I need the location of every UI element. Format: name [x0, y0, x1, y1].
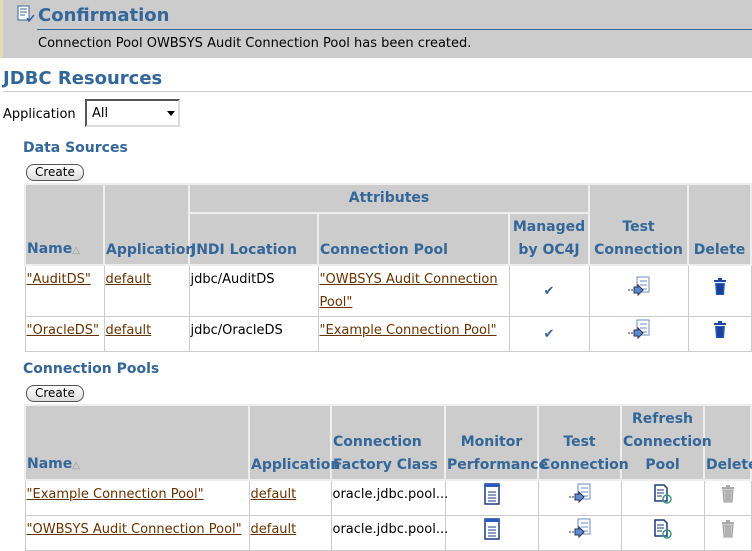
confirmation-icon: [17, 5, 35, 23]
name-link[interactable]: "OWBSYS Audit Connection Pool": [27, 522, 242, 537]
table-row: "OracleDS" default jdbc/OracleDS "Exampl…: [24, 316, 752, 352]
application-link[interactable]: default: [106, 323, 152, 338]
refresh-icon[interactable]: [653, 519, 673, 539]
application-link[interactable]: default: [251, 487, 297, 502]
trash-icon[interactable]: [713, 278, 727, 296]
data-sources-table: Name△ Application Attributes Test Connectio…: [24, 183, 752, 352]
col-refresh: Refresh Connection Pool: [620, 404, 712, 481]
trash-icon: [721, 520, 734, 538]
pool-link[interactable]: "Example Connection Pool": [320, 323, 497, 338]
factory-class: oracle.jdbc.pool...: [330, 515, 448, 551]
chevron-down-icon: [167, 111, 175, 116]
confirmation-message: Connection Pool OWBSYS Audit Connection …: [38, 36, 472, 51]
col-pool: Connection Pool: [317, 212, 510, 266]
test-connection-icon[interactable]: [568, 518, 592, 540]
col-group-attributes: Attributes: [187, 183, 591, 214]
test-connection-icon[interactable]: [627, 319, 651, 341]
col-jndi: JNDI Location: [188, 212, 319, 266]
application-link[interactable]: default: [106, 272, 152, 287]
col-delete: Delete: [687, 183, 752, 266]
check-icon: ✔: [508, 316, 590, 352]
sort-icon: △: [72, 245, 80, 256]
refresh-icon[interactable]: [653, 484, 673, 504]
application-link[interactable]: default: [251, 522, 297, 537]
col-name[interactable]: Name△: [24, 404, 250, 481]
trash-icon[interactable]: [713, 321, 727, 339]
col-managed: Managed by OC4J: [507, 212, 591, 266]
confirmation-banner: Confirmation Connection Pool OWBSYS Audi…: [0, 0, 752, 58]
col-monitor: Monitor Performance: [444, 404, 548, 481]
pool-link[interactable]: "OWBSYS Audit Connection Pool": [320, 272, 498, 310]
application-label: Application: [3, 107, 76, 122]
name-link[interactable]: "Example Connection Pool": [27, 487, 204, 502]
application-select-value: All: [92, 106, 109, 121]
col-application: Application: [103, 183, 195, 266]
jndi-location: jdbc/OracleDS: [188, 316, 319, 352]
test-connection-icon[interactable]: [627, 276, 651, 298]
confirmation-title: Confirmation: [38, 5, 170, 26]
monitor-performance-icon[interactable]: [483, 483, 500, 505]
jndi-location: jdbc/AuditDS: [188, 264, 319, 317]
create-connection-pool-button[interactable]: Create: [26, 385, 84, 402]
col-test-connection: Test Connection: [537, 404, 629, 481]
application-select[interactable]: All: [85, 99, 180, 127]
data-sources-title: Data Sources: [23, 140, 128, 156]
col-test-connection: Test Connection: [588, 183, 690, 266]
name-link[interactable]: "OracleDS": [27, 323, 100, 338]
col-name[interactable]: Name△: [24, 183, 105, 266]
connection-pools-table: Name△ Application Connection Factory Cla…: [24, 404, 752, 551]
monitor-performance-icon[interactable]: [483, 518, 500, 540]
check-icon: ✔: [508, 264, 590, 317]
table-row: "AuditDS" default jdbc/AuditDS "OWBSYS A…: [24, 264, 752, 317]
trash-icon: [721, 485, 734, 503]
sort-icon: △: [72, 460, 80, 471]
connection-pools-title: Connection Pools: [23, 361, 160, 377]
col-factory-class: Connection Factory Class: [330, 404, 446, 481]
col-application: Application: [248, 404, 340, 481]
table-row: "Example Connection Pool" default oracle…: [24, 479, 752, 516]
page-title: JDBC Resources: [3, 68, 163, 89]
table-row: "OWBSYS Audit Connection Pool" default o…: [24, 515, 752, 551]
create-data-source-button[interactable]: Create: [26, 164, 84, 181]
test-connection-icon[interactable]: [568, 483, 592, 505]
name-link[interactable]: "AuditDS": [27, 272, 91, 287]
factory-class: oracle.jdbc.pool...: [330, 479, 448, 516]
